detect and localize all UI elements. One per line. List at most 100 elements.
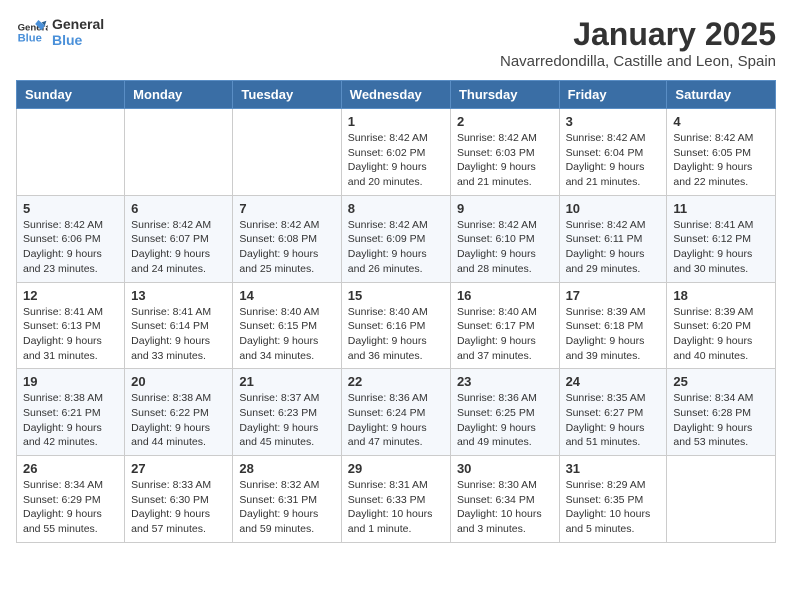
location-subtitle: Navarredondilla, Castille and Leon, Spai… bbox=[500, 53, 776, 70]
day-number: 10 bbox=[566, 201, 661, 216]
calendar-cell: 23 Sunrise: 8:36 AM Sunset: 6:25 PM Dayli… bbox=[450, 369, 559, 456]
cell-content: Sunrise: 8:41 AM Sunset: 6:13 PM Dayligh… bbox=[23, 305, 118, 364]
cell-content: Sunrise: 8:42 AM Sunset: 6:02 PM Dayligh… bbox=[348, 131, 444, 190]
cell-content: Sunrise: 8:39 AM Sunset: 6:20 PM Dayligh… bbox=[673, 305, 769, 364]
cell-content: Sunrise: 8:40 AM Sunset: 6:17 PM Dayligh… bbox=[457, 305, 553, 364]
cell-content: Sunrise: 8:38 AM Sunset: 6:21 PM Dayligh… bbox=[23, 391, 118, 450]
day-number: 12 bbox=[23, 288, 118, 303]
day-number: 20 bbox=[131, 374, 226, 389]
cell-content: Sunrise: 8:37 AM Sunset: 6:23 PM Dayligh… bbox=[239, 391, 334, 450]
calendar-cell: 12 Sunrise: 8:41 AM Sunset: 6:13 PM Dayli… bbox=[17, 282, 125, 369]
title-block: January 2025 Navarredondilla, Castille a… bbox=[500, 16, 776, 70]
calendar-cell: 21Sunrise: 8:37 AM Sunset: 6:23 PM Dayli… bbox=[233, 369, 341, 456]
calendar-cell: 4Sunrise: 8:42 AM Sunset: 6:05 PM Daylig… bbox=[667, 109, 776, 196]
svg-text:Blue: Blue bbox=[18, 33, 42, 45]
calendar-cell bbox=[667, 456, 776, 543]
cell-content: Sunrise: 8:35 AM Sunset: 6:27 PM Dayligh… bbox=[566, 391, 661, 450]
calendar-cell: 10Sunrise: 8:42 AM Sunset: 6:11 PM Dayli… bbox=[559, 195, 667, 282]
calendar-cell: 5 Sunrise: 8:42 AM Sunset: 6:06 PM Daylig… bbox=[17, 195, 125, 282]
cell-content: Sunrise: 8:40 AM Sunset: 6:16 PM Dayligh… bbox=[348, 305, 444, 364]
calendar-week-row: 19 Sunrise: 8:38 AM Sunset: 6:21 PM Dayli… bbox=[17, 369, 776, 456]
calendar-cell: 14Sunrise: 8:40 AM Sunset: 6:15 PM Dayli… bbox=[233, 282, 341, 369]
calendar-cell: 6 Sunrise: 8:42 AM Sunset: 6:07 PM Daylig… bbox=[125, 195, 233, 282]
cell-content: Sunrise: 8:41 AM Sunset: 6:12 PM Dayligh… bbox=[673, 218, 769, 277]
day-number: 18 bbox=[673, 288, 769, 303]
cell-content: Sunrise: 8:42 AM Sunset: 6:09 PM Dayligh… bbox=[348, 218, 444, 277]
day-number: 15 bbox=[348, 288, 444, 303]
cell-content: Sunrise: 8:34 AM Sunset: 6:28 PM Dayligh… bbox=[673, 391, 769, 450]
day-number: 19 bbox=[23, 374, 118, 389]
day-number: 6 bbox=[131, 201, 226, 216]
calendar-header: SundayMondayTuesdayWednesdayThursdayFrid… bbox=[17, 81, 776, 109]
cell-content: Sunrise: 8:31 AM Sunset: 6:33 PM Dayligh… bbox=[348, 478, 444, 537]
cell-content: Sunrise: 8:38 AM Sunset: 6:22 PM Dayligh… bbox=[131, 391, 226, 450]
day-number: 4 bbox=[673, 114, 769, 129]
day-number: 26 bbox=[23, 461, 118, 476]
calendar-cell: 26 Sunrise: 8:34 AM Sunset: 6:29 PM Dayli… bbox=[17, 456, 125, 543]
calendar-cell: 24Sunrise: 8:35 AM Sunset: 6:27 PM Dayli… bbox=[559, 369, 667, 456]
calendar-cell bbox=[125, 109, 233, 196]
cell-content: Sunrise: 8:42 AM Sunset: 6:10 PM Dayligh… bbox=[457, 218, 553, 277]
day-number: 11 bbox=[673, 201, 769, 216]
cell-content: Sunrise: 8:29 AM Sunset: 6:35 PM Dayligh… bbox=[566, 478, 661, 537]
day-number: 29 bbox=[348, 461, 444, 476]
calendar-cell: 29 Sunrise: 8:31 AM Sunset: 6:33 PM Dayli… bbox=[341, 456, 450, 543]
calendar-week-row: 26 Sunrise: 8:34 AM Sunset: 6:29 PM Dayli… bbox=[17, 456, 776, 543]
calendar-cell bbox=[233, 109, 341, 196]
calendar-cell: 17 Sunrise: 8:39 AM Sunset: 6:18 PM Dayli… bbox=[559, 282, 667, 369]
page-header: General Blue General Blue January 2025 N… bbox=[16, 16, 776, 70]
cell-content: Sunrise: 8:39 AM Sunset: 6:18 PM Dayligh… bbox=[566, 305, 661, 364]
cell-content: Sunrise: 8:41 AM Sunset: 6:14 PM Dayligh… bbox=[131, 305, 226, 364]
day-number: 23 bbox=[457, 374, 553, 389]
day-number: 25 bbox=[673, 374, 769, 389]
day-number: 1 bbox=[348, 114, 444, 129]
calendar-cell: 20 Sunrise: 8:38 AM Sunset: 6:22 PM Dayli… bbox=[125, 369, 233, 456]
header-row: SundayMondayTuesdayWednesdayThursdayFrid… bbox=[17, 81, 776, 109]
cell-content: Sunrise: 8:42 AM Sunset: 6:08 PM Dayligh… bbox=[239, 218, 334, 277]
calendar-cell: 3 Sunrise: 8:42 AM Sunset: 6:04 PM Daylig… bbox=[559, 109, 667, 196]
logo-line1: General bbox=[52, 16, 104, 32]
weekday-header: Thursday bbox=[450, 81, 559, 109]
calendar-week-row: 5 Sunrise: 8:42 AM Sunset: 6:06 PM Daylig… bbox=[17, 195, 776, 282]
day-number: 17 bbox=[566, 288, 661, 303]
weekday-header: Saturday bbox=[667, 81, 776, 109]
cell-content: Sunrise: 8:42 AM Sunset: 6:04 PM Dayligh… bbox=[566, 131, 661, 190]
calendar-cell: 9 Sunrise: 8:42 AM Sunset: 6:10 PM Daylig… bbox=[450, 195, 559, 282]
cell-content: Sunrise: 8:42 AM Sunset: 6:07 PM Dayligh… bbox=[131, 218, 226, 277]
day-number: 27 bbox=[131, 461, 226, 476]
day-number: 5 bbox=[23, 201, 118, 216]
logo: General Blue General Blue bbox=[16, 16, 104, 48]
calendar-cell: 28Sunrise: 8:32 AM Sunset: 6:31 PM Dayli… bbox=[233, 456, 341, 543]
cell-content: Sunrise: 8:42 AM Sunset: 6:06 PM Dayligh… bbox=[23, 218, 118, 277]
cell-content: Sunrise: 8:33 AM Sunset: 6:30 PM Dayligh… bbox=[131, 478, 226, 537]
calendar-body: 1 Sunrise: 8:42 AM Sunset: 6:02 PM Daylig… bbox=[17, 109, 776, 543]
calendar-cell: 25 Sunrise: 8:34 AM Sunset: 6:28 PM Dayli… bbox=[667, 369, 776, 456]
logo-line2: Blue bbox=[52, 32, 104, 48]
calendar-cell: 19 Sunrise: 8:38 AM Sunset: 6:21 PM Dayli… bbox=[17, 369, 125, 456]
calendar-cell: 13Sunrise: 8:41 AM Sunset: 6:14 PM Dayli… bbox=[125, 282, 233, 369]
cell-content: Sunrise: 8:36 AM Sunset: 6:25 PM Dayligh… bbox=[457, 391, 553, 450]
weekday-header: Tuesday bbox=[233, 81, 341, 109]
cell-content: Sunrise: 8:30 AM Sunset: 6:34 PM Dayligh… bbox=[457, 478, 553, 537]
cell-content: Sunrise: 8:42 AM Sunset: 6:03 PM Dayligh… bbox=[457, 131, 553, 190]
calendar-cell: 2 Sunrise: 8:42 AM Sunset: 6:03 PM Daylig… bbox=[450, 109, 559, 196]
day-number: 28 bbox=[239, 461, 334, 476]
logo-icon: General Blue bbox=[16, 16, 48, 48]
calendar-cell: 8 Sunrise: 8:42 AM Sunset: 6:09 PM Daylig… bbox=[341, 195, 450, 282]
calendar-cell: 1 Sunrise: 8:42 AM Sunset: 6:02 PM Daylig… bbox=[341, 109, 450, 196]
day-number: 8 bbox=[348, 201, 444, 216]
calendar-cell: 7Sunrise: 8:42 AM Sunset: 6:08 PM Daylig… bbox=[233, 195, 341, 282]
calendar-cell: 15 Sunrise: 8:40 AM Sunset: 6:16 PM Dayli… bbox=[341, 282, 450, 369]
calendar-cell bbox=[17, 109, 125, 196]
weekday-header: Sunday bbox=[17, 81, 125, 109]
day-number: 14 bbox=[239, 288, 334, 303]
day-number: 31 bbox=[566, 461, 661, 476]
day-number: 2 bbox=[457, 114, 553, 129]
day-number: 3 bbox=[566, 114, 661, 129]
day-number: 9 bbox=[457, 201, 553, 216]
day-number: 30 bbox=[457, 461, 553, 476]
calendar-table: SundayMondayTuesdayWednesdayThursdayFrid… bbox=[16, 80, 776, 543]
cell-content: Sunrise: 8:34 AM Sunset: 6:29 PM Dayligh… bbox=[23, 478, 118, 537]
weekday-header: Friday bbox=[559, 81, 667, 109]
calendar-cell: 16Sunrise: 8:40 AM Sunset: 6:17 PM Dayli… bbox=[450, 282, 559, 369]
